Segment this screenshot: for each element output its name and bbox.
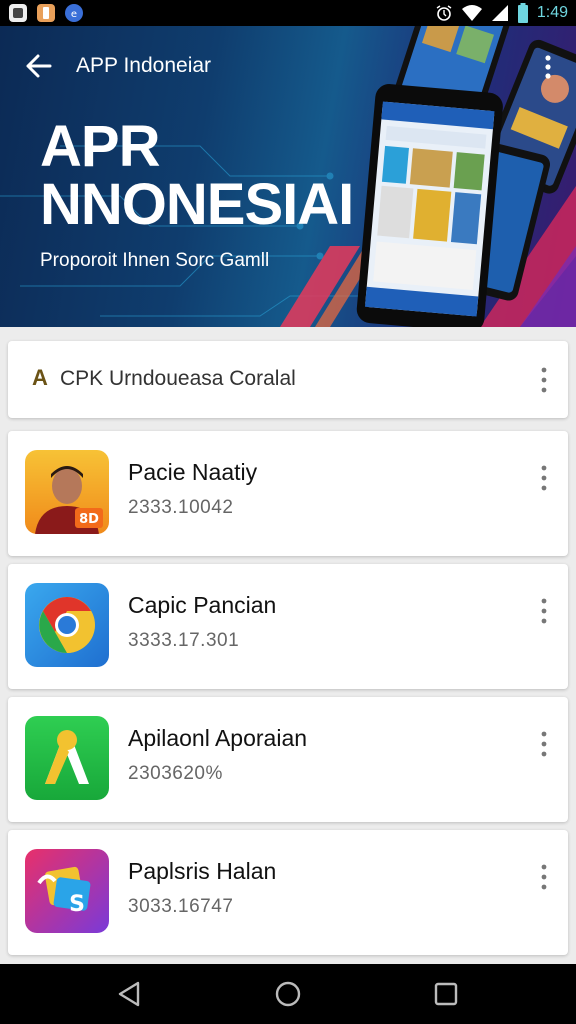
notification-app-icon bbox=[37, 4, 55, 22]
toolbar-title: APP Indoneiar bbox=[76, 54, 212, 77]
nav-recents-icon[interactable] bbox=[431, 979, 461, 1009]
battery-icon bbox=[517, 3, 528, 23]
wifi-icon bbox=[461, 5, 482, 21]
app-list-item[interactable]: Capic Pancian 3333.17.301 bbox=[8, 564, 568, 689]
hero-title: APR NNONESIAI bbox=[40, 114, 354, 237]
app-name: Pacie Naatiy bbox=[128, 459, 258, 485]
app-list-item[interactable]: 8D Pacie Naatiy 2333.10042 bbox=[8, 431, 568, 556]
more-vert-icon[interactable] bbox=[538, 52, 558, 82]
app-meta: 2303620% bbox=[128, 763, 223, 784]
app-name: Apilaonl Aporaian bbox=[128, 725, 308, 751]
portrait-app-icon: 8D bbox=[25, 450, 109, 534]
app-name: Capic Pancian bbox=[128, 592, 277, 618]
more-vert-icon[interactable] bbox=[536, 463, 552, 493]
nav-home-icon[interactable] bbox=[273, 979, 303, 1009]
svg-text:8D: 8D bbox=[79, 512, 99, 527]
svg-text:e: e bbox=[71, 9, 77, 20]
chrome-icon bbox=[25, 583, 109, 667]
green-a-app-icon bbox=[25, 716, 109, 800]
notification-app-icon: e bbox=[65, 4, 83, 22]
colorful-s-app-icon: S bbox=[25, 849, 109, 933]
notification-icons: e bbox=[8, 3, 84, 23]
status-time: 1:49 bbox=[536, 4, 568, 21]
status-indicators: 1:49 bbox=[435, 2, 568, 24]
navigation-bar bbox=[0, 964, 576, 1024]
hero-subtitle: Proporoit Ihnen Sorc Gamll bbox=[40, 250, 270, 271]
signal-icon bbox=[491, 5, 508, 21]
alarm-icon bbox=[436, 5, 452, 21]
more-vert-icon[interactable] bbox=[536, 729, 552, 759]
more-vert-icon[interactable] bbox=[536, 596, 552, 626]
svg-text:S: S bbox=[69, 892, 85, 917]
more-vert-icon[interactable] bbox=[536, 365, 552, 395]
back-arrow-icon[interactable] bbox=[20, 50, 56, 82]
notification-app-icon bbox=[9, 4, 27, 22]
app-meta: 3333.17.301 bbox=[128, 630, 240, 651]
nav-back-icon[interactable] bbox=[114, 979, 144, 1009]
app-meta: 2333.10042 bbox=[128, 497, 234, 518]
app-meta: 3033.16747 bbox=[128, 896, 234, 917]
app-list-item[interactable]: S Paplsris Halan 3033.16747 bbox=[8, 830, 568, 955]
category-title: CPK Urndoueasa Coralal bbox=[60, 367, 296, 390]
app-list-item[interactable]: Apilaonl Aporaian 2303620% bbox=[8, 697, 568, 822]
status-bar: e 1:49 bbox=[0, 0, 576, 26]
app-name: Paplsris Halan bbox=[128, 858, 277, 884]
header-banner: APP Indoneiar APR NNONESIAI Proporoit Ih… bbox=[0, 26, 576, 327]
more-vert-icon[interactable] bbox=[536, 862, 552, 892]
category-card[interactable]: A CPK Urndoueasa Coralal bbox=[8, 341, 568, 418]
category-logo: A bbox=[32, 365, 48, 390]
